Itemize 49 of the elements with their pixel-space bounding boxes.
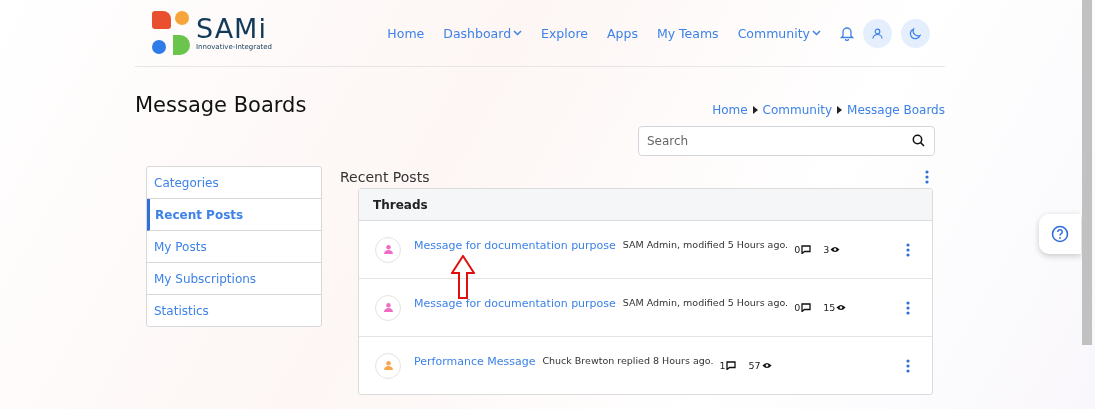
breadcrumb-separator-icon: [752, 106, 758, 114]
page-title: Message Boards: [135, 93, 307, 117]
comment-icon: [801, 303, 812, 312]
nav-link[interactable]: Dashboard: [443, 25, 523, 41]
help-button[interactable]: [1039, 214, 1081, 254]
sidebar-item[interactable]: Statistics: [147, 295, 321, 326]
view-count: 3: [823, 244, 841, 255]
thread-title-link[interactable]: Message for documentation purpose: [414, 297, 616, 310]
breadcrumb-link[interactable]: Home: [712, 103, 748, 117]
breadcrumb-link[interactable]: Message Boards: [847, 103, 945, 117]
breadcrumb-separator-icon: [837, 106, 843, 114]
reply-count: 0: [794, 244, 812, 255]
dark-mode-button[interactable]: [901, 18, 930, 48]
eye-icon: [830, 246, 841, 253]
thread-title-link[interactable]: Performance Message: [414, 355, 536, 368]
eye-icon: [836, 304, 847, 311]
comment-icon: [726, 361, 737, 370]
thread-meta: SAM Admin, modified 5 Hours ago.: [622, 239, 789, 250]
reply-count: 1: [719, 360, 737, 371]
breadcrumb-link[interactable]: Community: [762, 103, 833, 117]
scrollbar[interactable]: [1082, 0, 1092, 345]
thread-meta: SAM Admin, modified 5 Hours ago.: [622, 297, 789, 308]
nav-link[interactable]: Home: [387, 25, 425, 41]
sidebar-item[interactable]: Recent Posts: [147, 199, 321, 231]
moon-icon: [909, 26, 922, 40]
sidebar-item[interactable]: Categories: [147, 167, 321, 199]
search-icon[interactable]: [912, 134, 925, 147]
view-count: 57: [748, 360, 772, 371]
logo-icon: [150, 10, 192, 56]
nav-link[interactable]: Explore: [541, 25, 588, 41]
help-icon: [1051, 225, 1069, 243]
view-count: 15: [823, 302, 847, 313]
user-icon: [872, 27, 883, 39]
notification-bell-icon[interactable]: [840, 25, 854, 41]
search-field[interactable]: Search: [638, 126, 935, 156]
nav-link[interactable]: Apps: [607, 25, 638, 41]
nav-link[interactable]: Community: [737, 25, 821, 41]
threads-header: Threads: [359, 189, 932, 221]
sidebar-item[interactable]: My Subscriptions: [147, 263, 321, 295]
user-button[interactable]: [863, 18, 892, 48]
section-title: Recent Posts: [340, 169, 430, 185]
thread-meta: Chuck Brewton replied 8 Hours ago.: [542, 355, 714, 366]
brand-name: SAMi: [196, 15, 267, 43]
comment-icon: [801, 245, 812, 254]
thread-title-link[interactable]: Message for documentation purpose: [414, 239, 616, 252]
reply-count: 0: [794, 302, 812, 313]
nav-link[interactable]: My Teams: [656, 25, 719, 41]
eye-icon: [761, 362, 772, 369]
sidebar-item[interactable]: My Posts: [147, 231, 321, 263]
